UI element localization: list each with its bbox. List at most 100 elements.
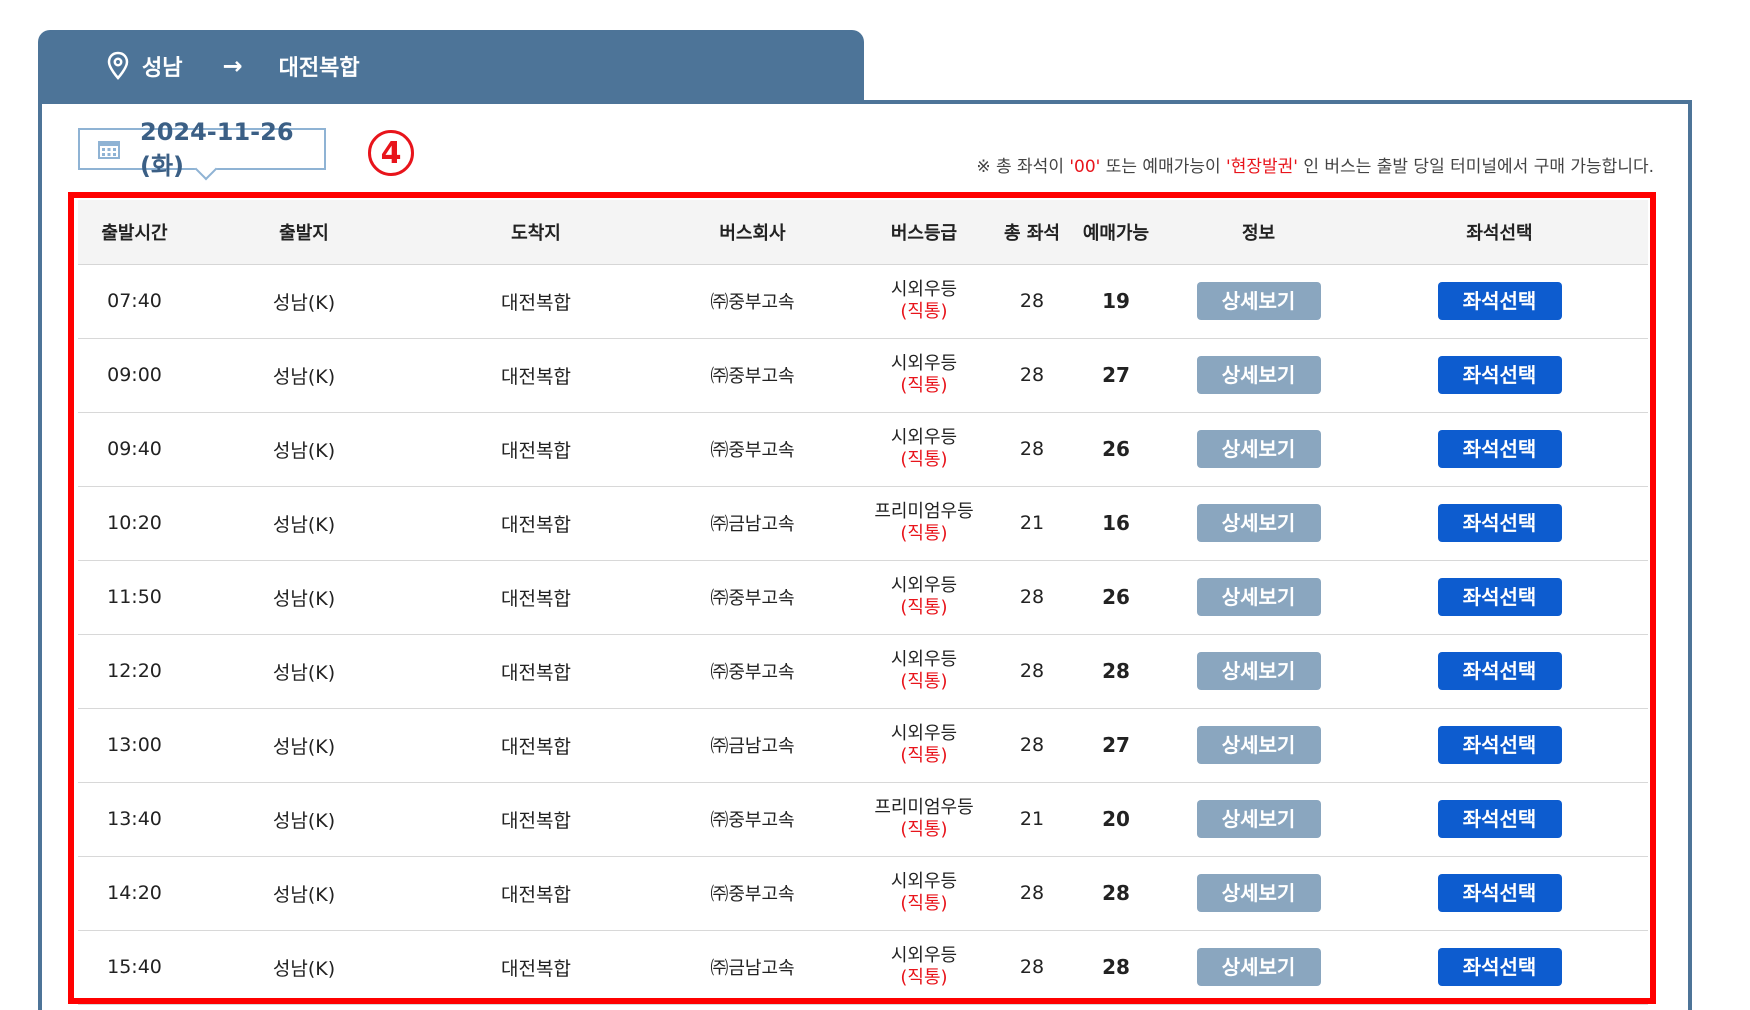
destination: 대전복합	[501, 809, 571, 832]
destination: 대전복합	[501, 957, 571, 980]
table-row: 07:40 성남(K) 대전복합 ㈜중부고속 시외우등 (직통) 28 19 상세보기 좌석선택	[78, 264, 1648, 338]
detail-button[interactable]: 상세보기	[1196, 504, 1321, 542]
available-seats: 27	[1102, 733, 1130, 757]
bus-company: ㈜금남고속	[710, 736, 795, 757]
departure-time: 12:20	[107, 660, 162, 682]
table-row: 14:20 성남(K) 대전복합 ㈜중부고속 시외우등 (직통) 28 28 상세보기 좌석선택	[78, 856, 1648, 930]
grade-route-type: (직통)	[900, 967, 948, 988]
origin: 성남(K)	[272, 365, 336, 388]
info-cell: 상세보기	[1166, 486, 1351, 560]
departure-time: 07:40	[107, 290, 162, 312]
grade-name: 시외우등	[890, 279, 958, 300]
table-row: 09:00 성남(K) 대전복합 ㈜중부고속 시외우등 (직통) 28 27 상세보기 좌석선택	[78, 338, 1648, 412]
total-seats: 28	[1019, 956, 1045, 978]
header-info: 정보	[1241, 222, 1276, 244]
date-selector[interactable]: 2024-11-26 (화)	[78, 118, 326, 181]
header-available: 예매가능	[1082, 222, 1150, 244]
departure-time: 10:20	[107, 512, 162, 534]
grade-name: 시외우등	[890, 871, 958, 892]
header-destination: 도착지	[511, 222, 561, 244]
info-cell: 상세보기	[1166, 338, 1351, 412]
grade-route-type: (직통)	[900, 671, 948, 692]
seat-select-button[interactable]: 좌석선택	[1437, 578, 1562, 616]
bus-company: ㈜금남고속	[710, 514, 795, 535]
destination: 대전복합	[501, 291, 571, 314]
grade-name: 시외우등	[890, 945, 958, 966]
seat-select-cell: 좌석선택	[1351, 560, 1648, 634]
route-destination: 대전복합	[278, 56, 360, 81]
origin: 성남(K)	[272, 957, 336, 980]
seat-select-cell: 좌석선택	[1351, 708, 1648, 782]
grade-route-type: (직통)	[900, 523, 948, 544]
total-seats: 28	[1019, 290, 1045, 312]
available-seats: 27	[1102, 363, 1130, 387]
seat-select-button[interactable]: 좌석선택	[1437, 948, 1562, 986]
bus-grade: 시외우등 (직통)	[850, 264, 998, 338]
detail-button[interactable]: 상세보기	[1196, 948, 1321, 986]
bus-grade: 프리미엄우등 (직통)	[850, 486, 998, 560]
detail-button[interactable]: 상세보기	[1196, 800, 1321, 838]
departure-time: 09:00	[107, 364, 162, 386]
seat-select-cell: 좌석선택	[1351, 264, 1648, 338]
table-row: 12:20 성남(K) 대전복합 ㈜중부고속 시외우등 (직통) 28 28 상세보기 좌석선택	[78, 634, 1648, 708]
detail-button[interactable]: 상세보기	[1196, 652, 1321, 690]
grade-name: 시외우등	[890, 575, 958, 596]
available-seats: 28	[1102, 659, 1130, 683]
grade-name: 시외우등	[890, 353, 958, 374]
seat-select-button[interactable]: 좌석선택	[1437, 874, 1562, 912]
grade-route-type: (직통)	[900, 301, 948, 322]
seat-select-button[interactable]: 좌석선택	[1437, 356, 1562, 394]
seat-select-cell: 좌석선택	[1351, 338, 1648, 412]
detail-button[interactable]: 상세보기	[1196, 282, 1321, 320]
detail-button[interactable]: 상세보기	[1196, 356, 1321, 394]
grade-name: 시외우등	[890, 723, 958, 744]
annotation-marker: 4	[368, 130, 414, 176]
date-value: 2024-11-26 (화)	[140, 117, 294, 180]
grade-route-type: (직통)	[900, 745, 948, 766]
bus-company: ㈜중부고속	[710, 366, 795, 387]
bus-company: ㈜중부고속	[710, 588, 795, 609]
origin: 성남(K)	[272, 291, 336, 314]
info-cell: 상세보기	[1166, 412, 1351, 486]
seat-select-button[interactable]: 좌석선택	[1437, 800, 1562, 838]
arrow-right-icon: →	[222, 52, 243, 80]
detail-button[interactable]: 상세보기	[1196, 726, 1321, 764]
seat-select-button[interactable]: 좌석선택	[1437, 652, 1562, 690]
available-seats: 20	[1102, 807, 1130, 831]
total-seats: 21	[1019, 512, 1045, 534]
bus-grade: 프리미엄우등 (직통)	[850, 782, 998, 856]
destination: 대전복합	[501, 883, 571, 906]
departure-time: 09:40	[107, 438, 162, 460]
table-row: 10:20 성남(K) 대전복합 ㈜금남고속 프리미엄우등 (직통) 21 16 상세보기 좌석선…	[78, 486, 1648, 560]
detail-button[interactable]: 상세보기	[1196, 430, 1321, 468]
departure-time: 13:00	[107, 734, 162, 756]
origin: 성남(K)	[272, 513, 336, 536]
seat-select-cell: 좌석선택	[1351, 634, 1648, 708]
origin: 성남(K)	[272, 587, 336, 610]
seat-select-cell: 좌석선택	[1351, 412, 1648, 486]
seat-select-button[interactable]: 좌석선택	[1437, 430, 1562, 468]
total-seats: 28	[1019, 364, 1045, 386]
seat-select-button[interactable]: 좌석선택	[1437, 726, 1562, 764]
location-pin-icon	[106, 51, 130, 81]
available-seats: 28	[1102, 881, 1130, 905]
info-cell: 상세보기	[1166, 708, 1351, 782]
seat-select-button[interactable]: 좌석선택	[1437, 282, 1562, 320]
info-cell: 상세보기	[1166, 560, 1351, 634]
bus-company: ㈜중부고속	[710, 810, 795, 831]
bus-grade: 시외우등 (직통)	[850, 560, 998, 634]
detail-button[interactable]: 상세보기	[1196, 578, 1321, 616]
calendar-icon	[98, 139, 120, 159]
bus-grade: 시외우등 (직통)	[850, 708, 998, 782]
seat-select-button[interactable]: 좌석선택	[1437, 504, 1562, 542]
bus-grade: 시외우등 (직통)	[850, 634, 998, 708]
total-seats: 28	[1019, 586, 1045, 608]
available-seats: 28	[1102, 955, 1130, 979]
available-seats: 16	[1102, 511, 1130, 535]
grade-route-type: (직통)	[900, 597, 948, 618]
route-header: 성남 → 대전복합	[38, 30, 864, 102]
total-seats: 28	[1019, 660, 1045, 682]
table-row: 09:40 성남(K) 대전복합 ㈜중부고속 시외우등 (직통) 28 26 상세보기 좌석선택	[78, 412, 1648, 486]
header-departure-time: 출발시간	[101, 222, 168, 244]
detail-button[interactable]: 상세보기	[1196, 874, 1321, 912]
